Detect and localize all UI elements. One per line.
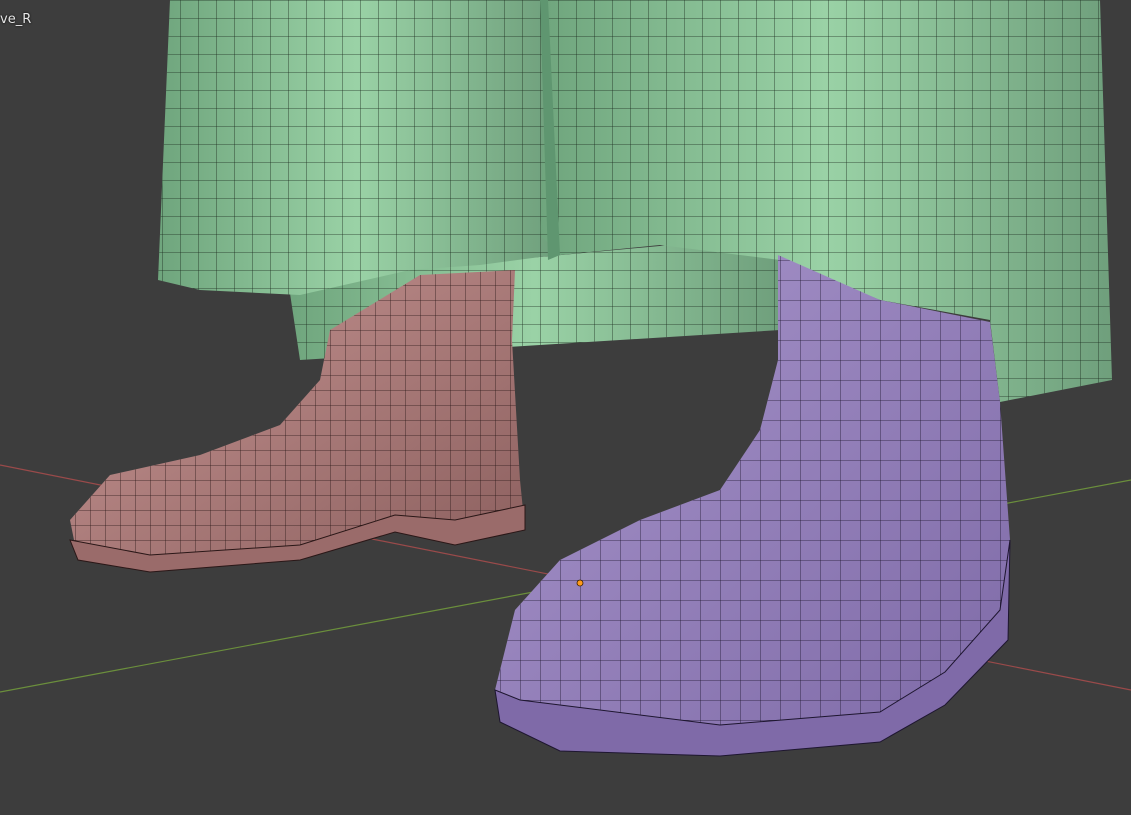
scene-canvas[interactable]: [0, 0, 1131, 815]
object-origin-dot: [576, 579, 584, 587]
3d-viewport[interactable]: ve_R: [0, 0, 1131, 815]
active-object-label: ve_R: [0, 12, 32, 27]
